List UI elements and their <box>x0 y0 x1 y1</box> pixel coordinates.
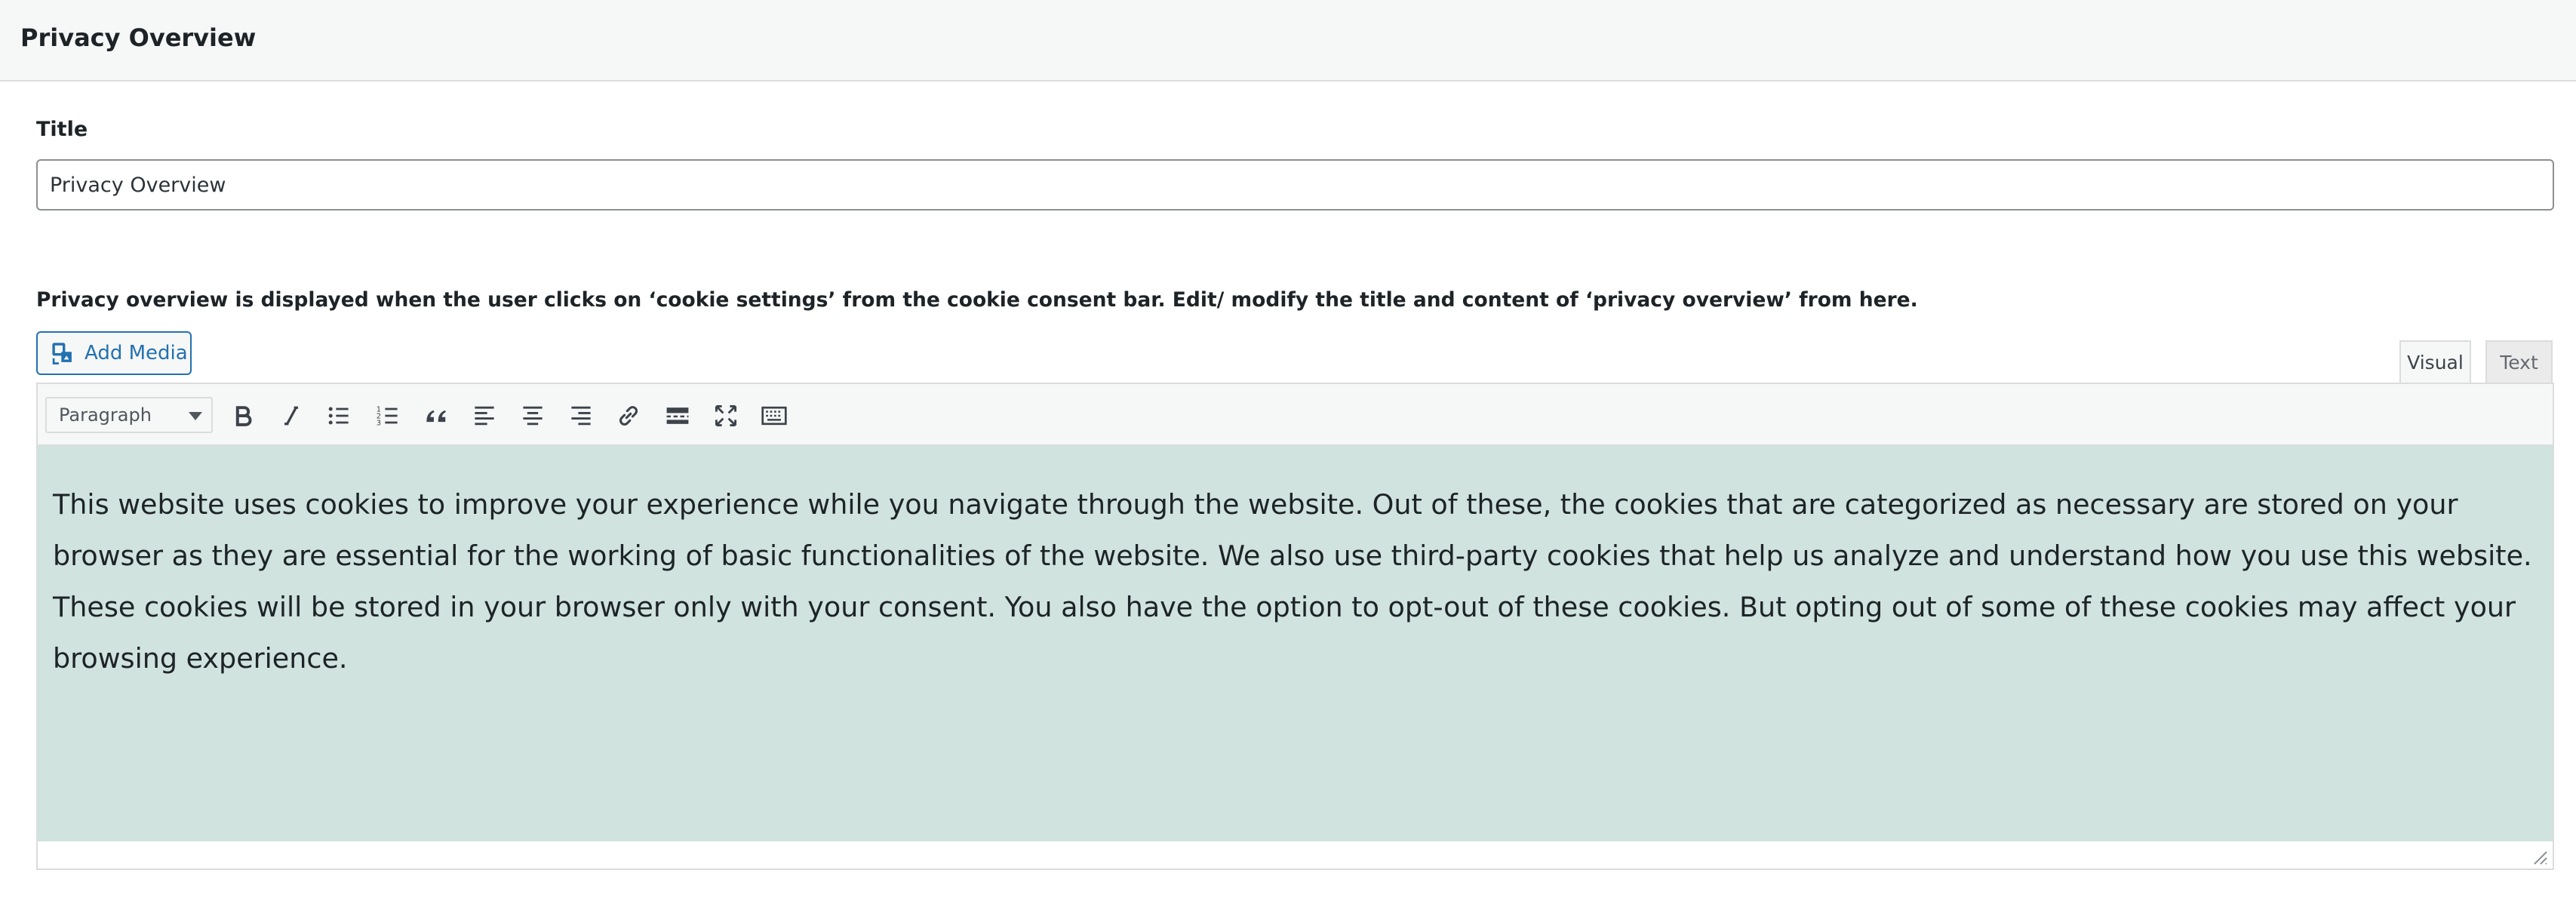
privacy-description: Privacy overview is displayed when the u… <box>36 288 1918 312</box>
align-center-icon <box>523 406 543 426</box>
panel-header: Privacy Overview <box>0 0 2576 81</box>
align-left-button[interactable] <box>466 397 503 435</box>
numbered-list-button[interactable]: 123 <box>369 397 407 435</box>
tab-visual[interactable]: Visual <box>2399 340 2471 383</box>
blockquote-icon <box>426 410 446 423</box>
bullet-list-button[interactable] <box>320 397 358 435</box>
panel-title: Privacy Overview <box>20 23 257 52</box>
italic-button[interactable] <box>272 397 310 435</box>
link-button[interactable] <box>610 397 647 435</box>
blockquote-button[interactable] <box>417 397 455 435</box>
svg-text:3: 3 <box>377 420 381 428</box>
content-editor: Paragraph 123 This website uses cookies … <box>36 383 2554 870</box>
media-icon <box>52 343 72 364</box>
bold-button[interactable] <box>224 397 262 435</box>
fullscreen-button[interactable] <box>707 397 745 435</box>
numbered-list-icon: 123 <box>377 406 398 428</box>
keyboard-toolbar-icon <box>761 406 787 426</box>
italic-icon <box>284 406 298 426</box>
format-select-value: Paragraph <box>59 404 152 426</box>
toolbar-toggle-button[interactable] <box>755 397 793 435</box>
resize-handle-icon[interactable] <box>2530 847 2548 865</box>
align-center-button[interactable] <box>514 397 552 435</box>
bullet-list-icon <box>328 407 349 425</box>
read-more-icon <box>666 407 689 424</box>
title-label: Title <box>36 118 88 141</box>
link-icon <box>619 406 638 426</box>
editor-content-area[interactable]: This website uses cookies to improve you… <box>38 446 2553 841</box>
align-right-icon <box>571 406 591 426</box>
editor-toolbar: Paragraph 123 <box>38 384 2553 446</box>
format-select[interactable]: Paragraph <box>45 397 213 433</box>
align-left-icon <box>475 406 494 426</box>
title-input[interactable] <box>36 159 2554 211</box>
align-right-button[interactable] <box>562 397 600 435</box>
bold-icon <box>235 406 252 426</box>
read-more-button[interactable] <box>659 397 696 435</box>
add-media-label: Add Media <box>85 342 188 364</box>
editor-statusbar <box>38 841 2553 868</box>
chevron-down-icon <box>189 412 202 420</box>
tab-text[interactable]: Text <box>2485 340 2553 383</box>
add-media-button[interactable]: Add Media <box>36 331 192 375</box>
fullscreen-icon <box>715 404 737 427</box>
